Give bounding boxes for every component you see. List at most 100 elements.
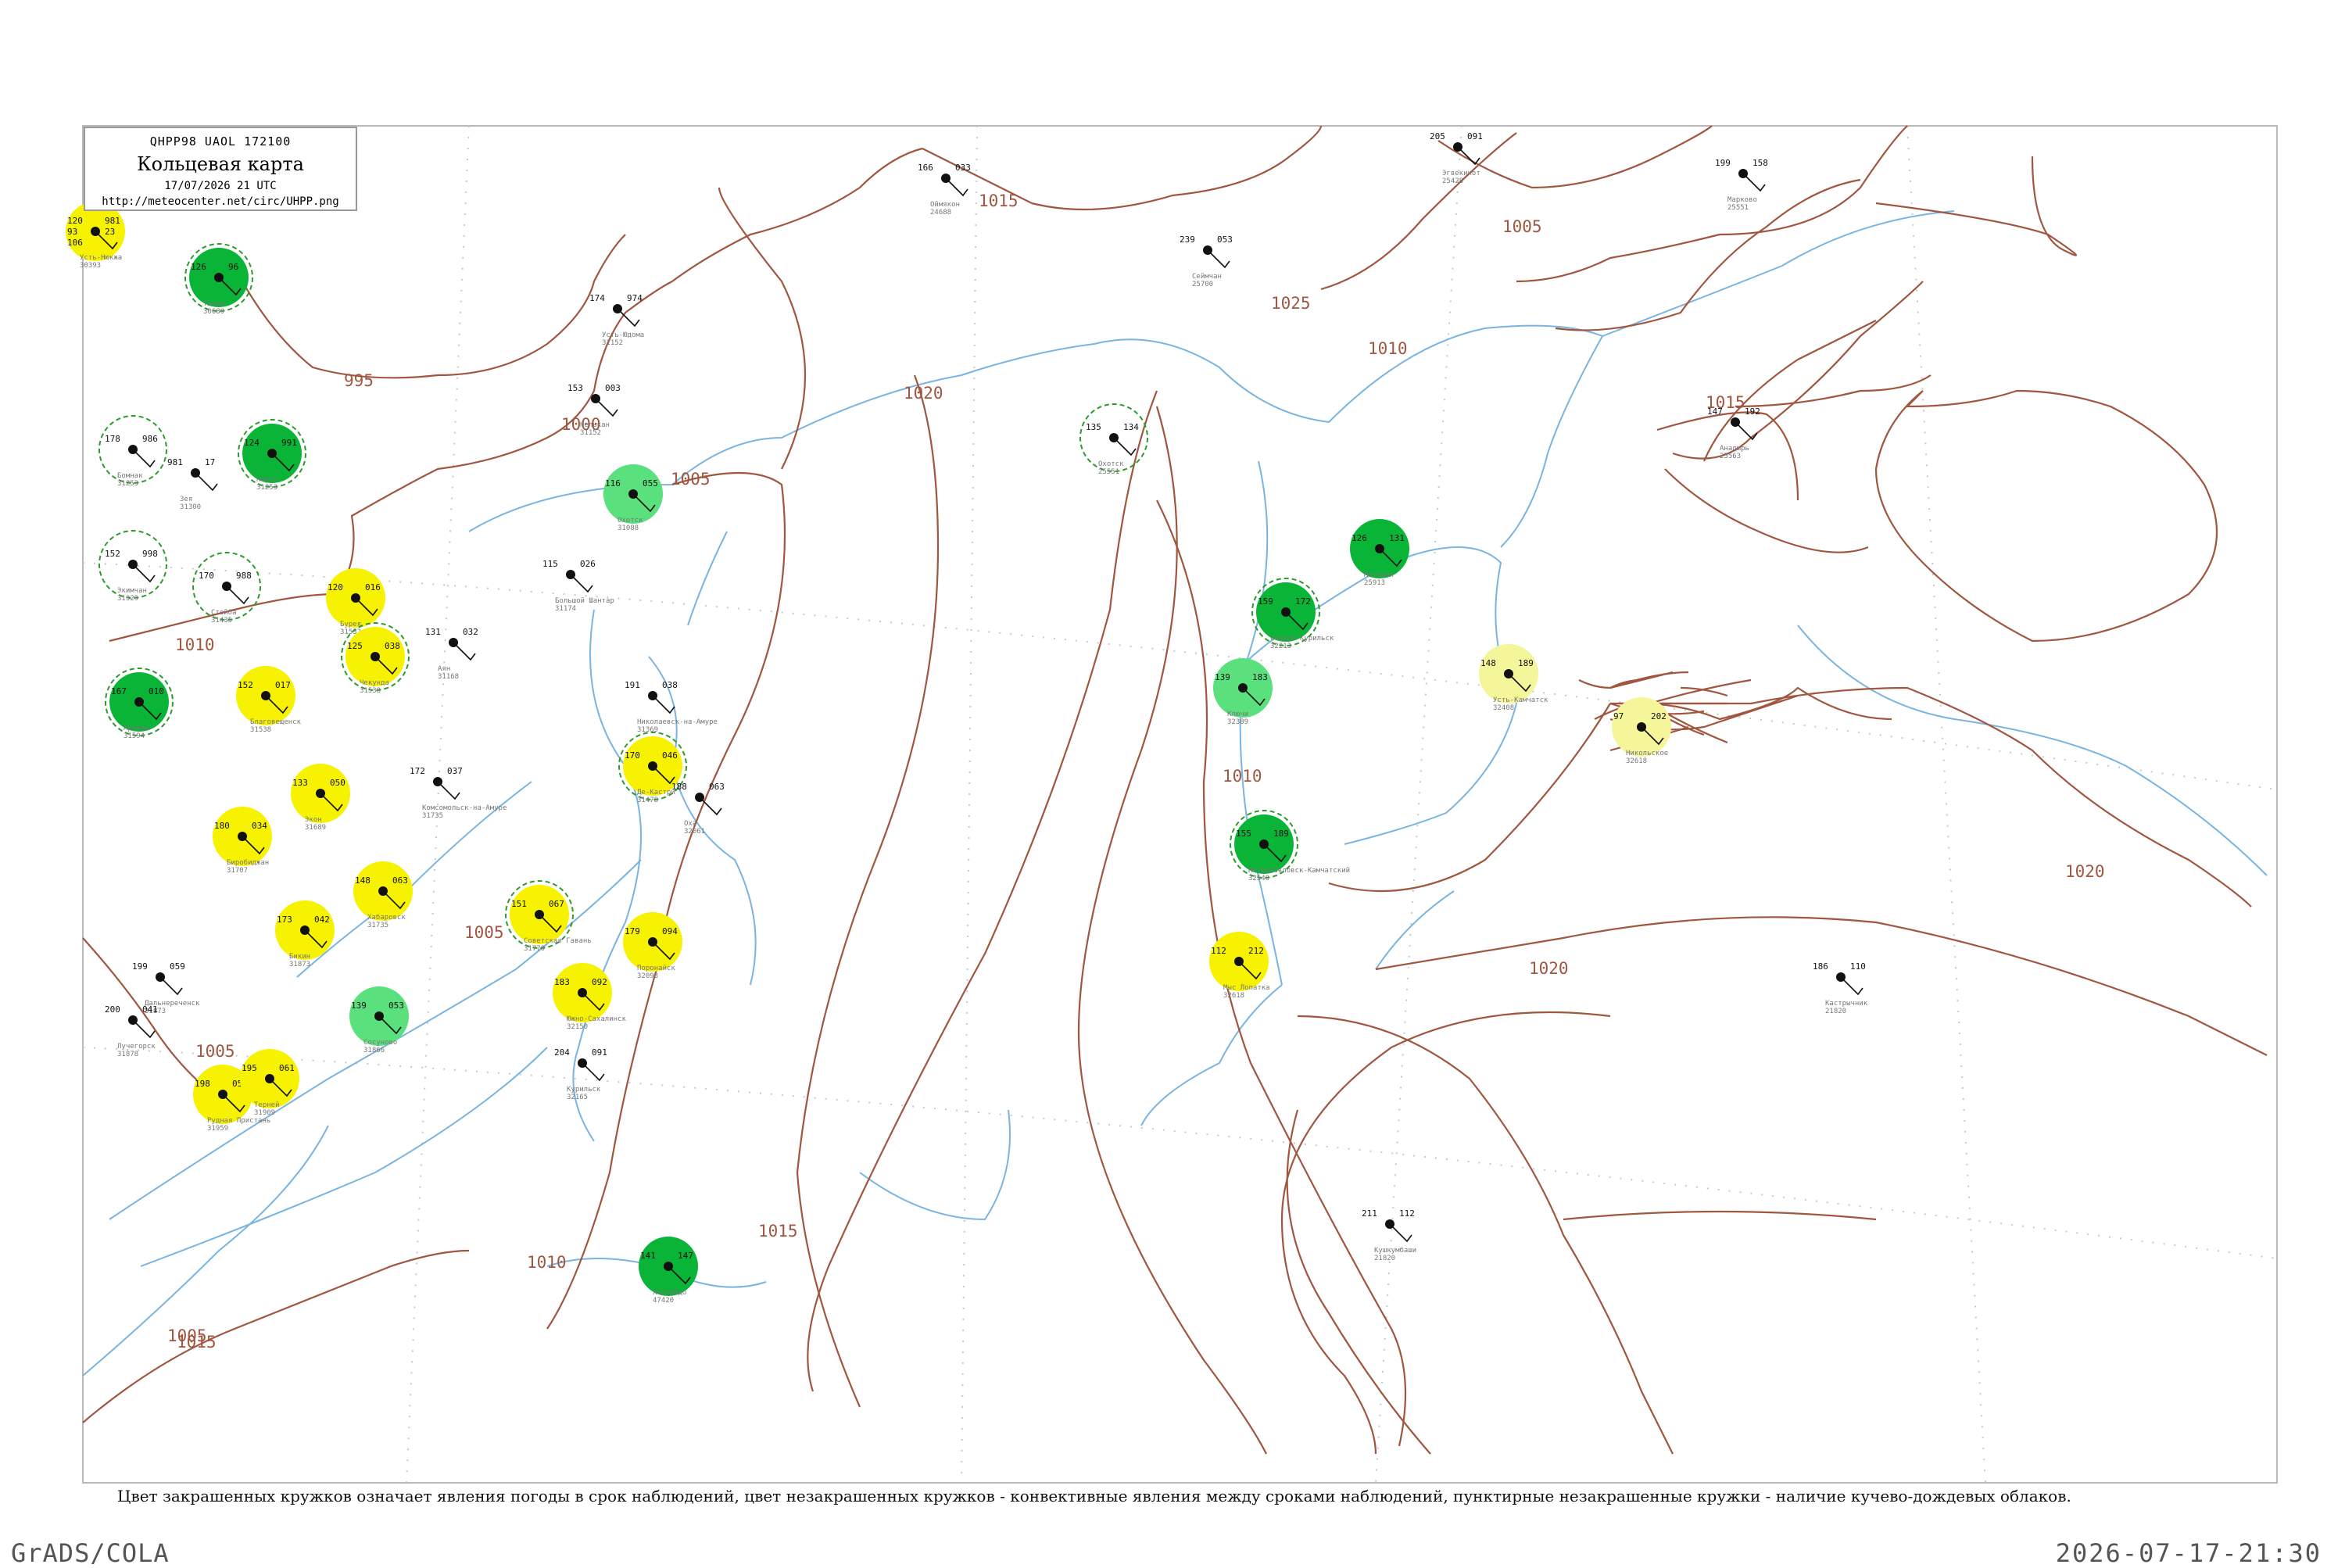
station-plot: 126 96 Тында30680 xyxy=(184,243,253,316)
pressure-label: 158 xyxy=(1752,158,1768,168)
station-plot: 135 134 Охотск25551 xyxy=(1079,403,1148,476)
station-plot: 183 092 Южно-Сахалинск32150 xyxy=(553,963,626,1031)
temperature-label: 204 xyxy=(554,1047,570,1058)
station-plot: 170 988 Стойба31435 xyxy=(192,552,261,625)
map-url: http://meteocenter.net/circ/UHPP.png xyxy=(102,195,339,208)
temperature-label: 170 xyxy=(199,571,214,581)
pressure-label: 032 xyxy=(463,627,478,637)
station-name-label: Архара xyxy=(124,725,149,732)
temperature-label: 151 xyxy=(511,899,527,909)
pressure-label: 063 xyxy=(709,782,725,792)
temperature-label: 133 xyxy=(292,778,308,788)
station-name-label: Бурея xyxy=(340,621,361,628)
pressure-label: 091 xyxy=(1467,131,1483,141)
station-plot: 155 189 Петропавловск-Камчатский32540 xyxy=(1230,810,1350,882)
pressure-label: 974 xyxy=(627,293,643,303)
temperature-label: 126 xyxy=(191,262,206,272)
pressure-label: 038 xyxy=(662,680,678,690)
wind-barb-icon xyxy=(1113,437,1137,456)
station-name-label: Экон xyxy=(305,816,322,824)
station-name-label: Бикин xyxy=(289,953,310,961)
station-id-label: 32150 xyxy=(567,1023,588,1031)
station-name-label: Чекунда xyxy=(360,679,389,687)
station-name-label: Норск xyxy=(256,476,278,484)
station-name-label: Рудная Пристань xyxy=(207,1117,270,1125)
station-plot: 124 991 Норск31253 xyxy=(238,419,306,492)
station-plot: 141 147 Хоккайдо47420 xyxy=(639,1237,698,1305)
temperature-label: 125 xyxy=(347,641,363,651)
temperature-label: 152 xyxy=(105,549,120,559)
pressure-label: 17 xyxy=(205,457,215,467)
pressure-label: 991 xyxy=(281,438,297,448)
station-id-label: 32408 xyxy=(1493,704,1514,712)
station-id-label: 32389 xyxy=(1227,718,1248,726)
station-plot: 97 202 Никольское32618 xyxy=(1612,697,1671,765)
station-name-label: Аян xyxy=(438,665,450,673)
station-id-label: 30393 xyxy=(80,262,101,270)
station-plot: 981 17 Зея31300 xyxy=(167,457,218,511)
pressure-label: 192 xyxy=(1745,406,1760,417)
station-id-label: 21820 xyxy=(1374,1255,1395,1262)
station-plot: 116 055 Охотск31088 xyxy=(603,464,663,532)
pressure-label: 998 xyxy=(142,549,158,559)
station-id-label: 31866 xyxy=(363,1047,385,1054)
station-plot: 239 053 Сеймчан25700 xyxy=(1180,234,1233,288)
station-plot: 186 110 Кастрычник21820 xyxy=(1813,961,1868,1015)
station-id-label: 31707 xyxy=(227,867,248,875)
temperature-label: 155 xyxy=(1236,829,1251,839)
station-plot: 174 974 Усть-Юдома31152 xyxy=(589,293,644,347)
temperature-label: 166 xyxy=(918,163,933,173)
pressure-label: 059 xyxy=(170,961,185,972)
wind-barb-icon xyxy=(1840,976,1863,996)
station-name-label: Южно-Сахалинск xyxy=(567,1015,626,1023)
station-id-label: 30680 xyxy=(203,308,224,316)
pressure-label: 183 xyxy=(1252,672,1268,682)
temperature-label: 179 xyxy=(625,926,640,936)
station-plot: 139 053 Сосуново31866 xyxy=(349,986,409,1054)
isobar-label: 1020 xyxy=(1529,959,1569,978)
station-name-label: Усть-Камчатск xyxy=(1493,696,1548,704)
isobar-label: 1005 xyxy=(671,470,711,489)
station-id-label: 32061 xyxy=(684,828,705,836)
pressure-label: 053 xyxy=(1217,234,1233,245)
isobar-label: 1010 xyxy=(527,1253,567,1272)
pressure-label: 202 xyxy=(1651,711,1667,721)
pressure-label: 061 xyxy=(279,1063,295,1073)
station-id-label: 31300 xyxy=(180,503,201,511)
temperature-label: 167 xyxy=(111,686,127,696)
station-id-label: 31538 xyxy=(360,687,381,695)
wind-barb-icon xyxy=(132,449,156,468)
temperature-label: 141 xyxy=(640,1251,656,1261)
temperature-label: 205 xyxy=(1430,131,1445,141)
station-plot: 152 017 Благовещенск31538 xyxy=(236,666,302,734)
pressure-label: 034 xyxy=(252,821,267,831)
pressure-label: 067 xyxy=(549,899,564,909)
isobar-label: 1010 xyxy=(1368,339,1408,358)
station-plot: 148 063 Хабаровск31735 xyxy=(353,861,413,929)
temperature-label: 120 xyxy=(67,216,83,226)
timestamp: 2026-07-17-21:30 xyxy=(2055,1538,2322,1568)
station-plot: 152 998 Экимчан31329 xyxy=(98,530,167,603)
pressure-label: 96 xyxy=(228,262,238,272)
station-id-label: 31174 xyxy=(555,605,576,613)
station-name-label: Сеймчан xyxy=(1192,273,1222,281)
pressure-label: 017 xyxy=(275,680,291,690)
temperature-label: 135 xyxy=(1086,422,1101,432)
station-name-label: Мыс Лопатка xyxy=(1223,984,1270,992)
temperature-label: 148 xyxy=(1480,658,1496,668)
wind-barb-icon xyxy=(582,1062,605,1082)
wind-barb-icon xyxy=(195,472,218,492)
pressure-label: 988 xyxy=(236,571,252,581)
temperature-label: 97 xyxy=(1613,711,1624,721)
station-plot: 12093106 98123 Усть-Нюкжа30393 xyxy=(66,202,125,270)
isobar-label: 995 xyxy=(344,371,374,390)
isobar-label: 1005 xyxy=(167,1326,207,1345)
synoptic-map: 995 1000 1005 1010 1015 1020 1025 1005 1… xyxy=(66,125,2278,1484)
station-name-label: Усть-Юдома xyxy=(602,331,644,339)
wind-barb-icon xyxy=(226,585,249,605)
station-id-label: 25551 xyxy=(1727,204,1749,212)
station-id-label: 31152 xyxy=(580,429,601,437)
station-id-label: 25563 xyxy=(1720,453,1741,460)
graticule xyxy=(82,125,2278,1484)
isobar-label: 1020 xyxy=(2065,862,2105,881)
